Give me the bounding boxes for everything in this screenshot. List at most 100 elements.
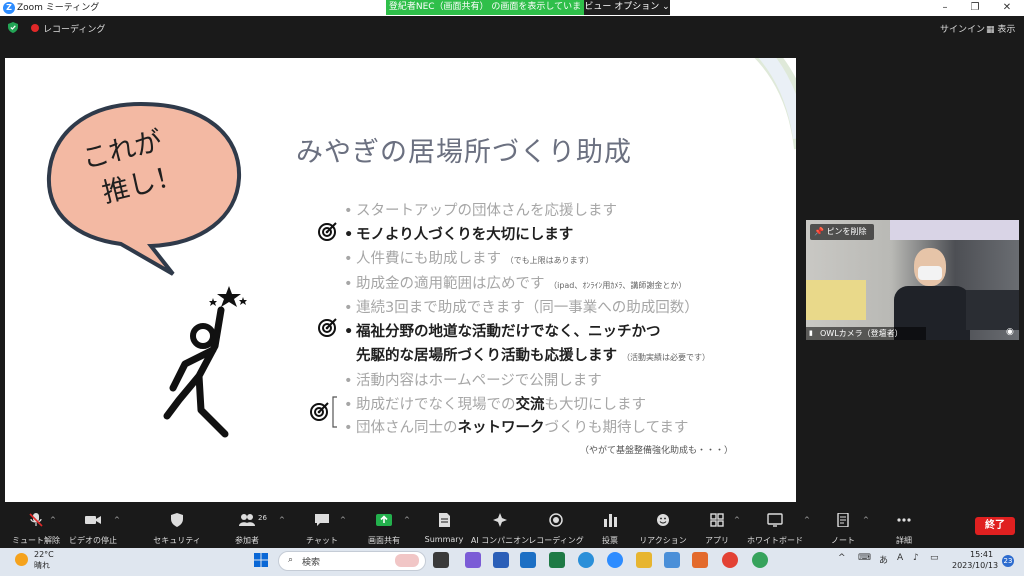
bullet-item: • 助成金の適用範囲は広めです （ipad、ｵﾝﾗｲﾝ用ｶﾒﾗ、講師謝金とか） [344, 276, 687, 292]
chrome-profile-icon[interactable] [752, 552, 768, 568]
chevron-up-icon[interactable]: ^ [279, 516, 285, 524]
document-icon [439, 513, 450, 527]
edge-icon[interactable] [578, 552, 594, 568]
microphone-muted-icon [29, 513, 43, 527]
shared-screen-slide: これが 推し！ みやぎの居場所づくり助成 • スタートアップの団体さんを応援します… [5, 58, 796, 502]
maximize-icon[interactable]: ❐ [968, 1, 982, 15]
security-button[interactable]: セキュリティ [142, 512, 212, 546]
a-icon[interactable]: A [897, 553, 903, 563]
search-placeholder: 検索 [302, 558, 321, 568]
search-icon: ⌕ [288, 555, 294, 565]
sparkle-icon [493, 513, 507, 527]
notes-icon [837, 512, 849, 528]
chevron-up-icon[interactable]: ^ [50, 516, 56, 524]
bullet-item: • 連続3回まで助成できます（同一事業への助成回数） [344, 300, 699, 316]
smiley-icon [657, 514, 669, 526]
teams-chat-icon[interactable] [465, 552, 481, 568]
meeting-topbar [0, 16, 1024, 40]
bullet-item: • 活動内容はホームページで公開します [344, 373, 602, 389]
whiteboard-icon [767, 513, 783, 527]
word-icon[interactable] [493, 552, 509, 568]
chrome-icon[interactable] [722, 552, 738, 568]
close-icon[interactable]: ✕ [1000, 1, 1014, 15]
video-camera-icon [85, 516, 101, 524]
excel-icon[interactable] [549, 552, 565, 568]
weather-temperature[interactable]: 22°C [34, 550, 54, 559]
remove-pin-button[interactable]: 📌 ピンを削除 [810, 224, 874, 240]
view-options-button[interactable]: ビュー オプション ⌄ [584, 0, 670, 15]
grid-icon: ▦ [986, 25, 995, 35]
outlook-icon[interactable] [520, 552, 536, 568]
participant-name-label: OWLカメラ（登壇者） [806, 327, 926, 340]
bullet-item: • 助成だけでなく現場での交流も大切にします [344, 397, 646, 413]
record-icon [549, 513, 563, 527]
ime-indicator[interactable]: あ [879, 553, 888, 566]
bar-chart-icon [604, 514, 617, 527]
recording-icon[interactable] [31, 24, 39, 32]
bullet-item-highlight: • 福祉分野の地道な活動だけでなく、ニッチかつ [344, 324, 661, 340]
chat-button[interactable]: チャット [287, 512, 357, 546]
chat-bubble-icon [315, 514, 329, 526]
bullet-item: • 団体さん同士のネットワークづくりも期待してます [344, 420, 689, 436]
more-options-icon[interactable]: ◉ [1006, 327, 1014, 337]
zoom-taskbar-icon[interactable] [607, 552, 623, 568]
recording-status[interactable]: レコーディング [43, 22, 105, 35]
battery-icon[interactable]: ▭ [930, 553, 939, 563]
signal-bars-icon: ▮ [809, 329, 813, 337]
end-meeting-button[interactable]: 終了 [975, 517, 1015, 535]
target-icon [318, 222, 337, 241]
target-icon [310, 396, 337, 428]
whiteboard-button[interactable]: ホワイトボード [740, 512, 810, 546]
bullet-item: • 人件費にも助成します （でも上限はあります） [344, 251, 594, 267]
chevron-up-icon[interactable]: ^ [863, 516, 869, 524]
window-title: Zoom ミーティング [17, 3, 100, 13]
pin-icon: 📌 [814, 227, 824, 236]
speaker-mask [918, 266, 942, 280]
minimize-icon[interactable]: – [938, 1, 952, 15]
decorative-arc-shape [754, 58, 796, 150]
task-view-icon[interactable] [433, 552, 449, 568]
windows-start-icon[interactable] [254, 553, 268, 567]
apps-icon [710, 513, 724, 527]
view-button[interactable]: ▦ 表示 [986, 22, 1015, 35]
view-options-label: ビュー オプション [584, 2, 660, 12]
chevron-up-icon[interactable]: ^ [114, 516, 120, 524]
signin-button[interactable]: サインイン [940, 22, 985, 35]
speaker-icon[interactable]: ♪ [913, 553, 919, 563]
view-button-label: 表示 [997, 25, 1016, 35]
participants-icon [239, 514, 255, 526]
laptop-screen [966, 290, 1019, 330]
target-icon [318, 318, 337, 337]
bullet-item-highlight-cont: 先駆的な居場所づくり活動も応援します （活動実績は必要です） [356, 348, 711, 364]
zoom-logo-icon: Z [3, 2, 15, 14]
more-dots-icon [897, 518, 911, 522]
sun-icon[interactable] [15, 553, 28, 566]
slide-title: みやぎの居場所づくり助成 [296, 137, 632, 168]
keyboard-icon[interactable]: ⌨ [858, 553, 871, 563]
video-background-banner [890, 220, 1019, 240]
video-background-object [806, 280, 866, 320]
participants-button[interactable]: 参加者 [212, 512, 282, 546]
chevron-up-icon[interactable]: ^ [734, 516, 740, 524]
chevron-down-icon: ⌄ [662, 2, 670, 12]
chevron-up-icon[interactable]: ^ [838, 553, 846, 563]
share-screen-icon [376, 514, 392, 526]
chevron-up-icon[interactable]: ^ [340, 516, 346, 524]
speaker-video-tile[interactable]: 📌 ピンを削除 OWLカメラ（登壇者） ▮ ◉ [806, 220, 1019, 340]
jumping-person-icon [163, 286, 247, 438]
remove-pin-label: ピンを削除 [826, 227, 867, 236]
notification-badge[interactable]: 23 [1002, 555, 1014, 567]
shield-icon [171, 513, 183, 527]
bullet-item-highlight: • モノより人づくりを大切にします [344, 227, 574, 243]
encryption-shield-icon[interactable] [8, 22, 18, 33]
more-button[interactable]: 詳細 [869, 512, 939, 546]
file-explorer-icon[interactable] [636, 552, 652, 568]
clock-date[interactable]: 2023/10/13 [952, 561, 998, 570]
weather-condition[interactable]: 晴れ [34, 560, 50, 571]
search-highlight-icon [395, 554, 419, 567]
calculator-icon[interactable] [664, 552, 680, 568]
slide-footnote: （やがて基盤整備強化助成も・・・） [580, 446, 734, 456]
slack-icon[interactable] [692, 552, 708, 568]
clock-time[interactable]: 15:41 [970, 550, 993, 559]
share-banner: 登紀者NEC（画面共有） の画面を表示しています [386, 0, 584, 27]
